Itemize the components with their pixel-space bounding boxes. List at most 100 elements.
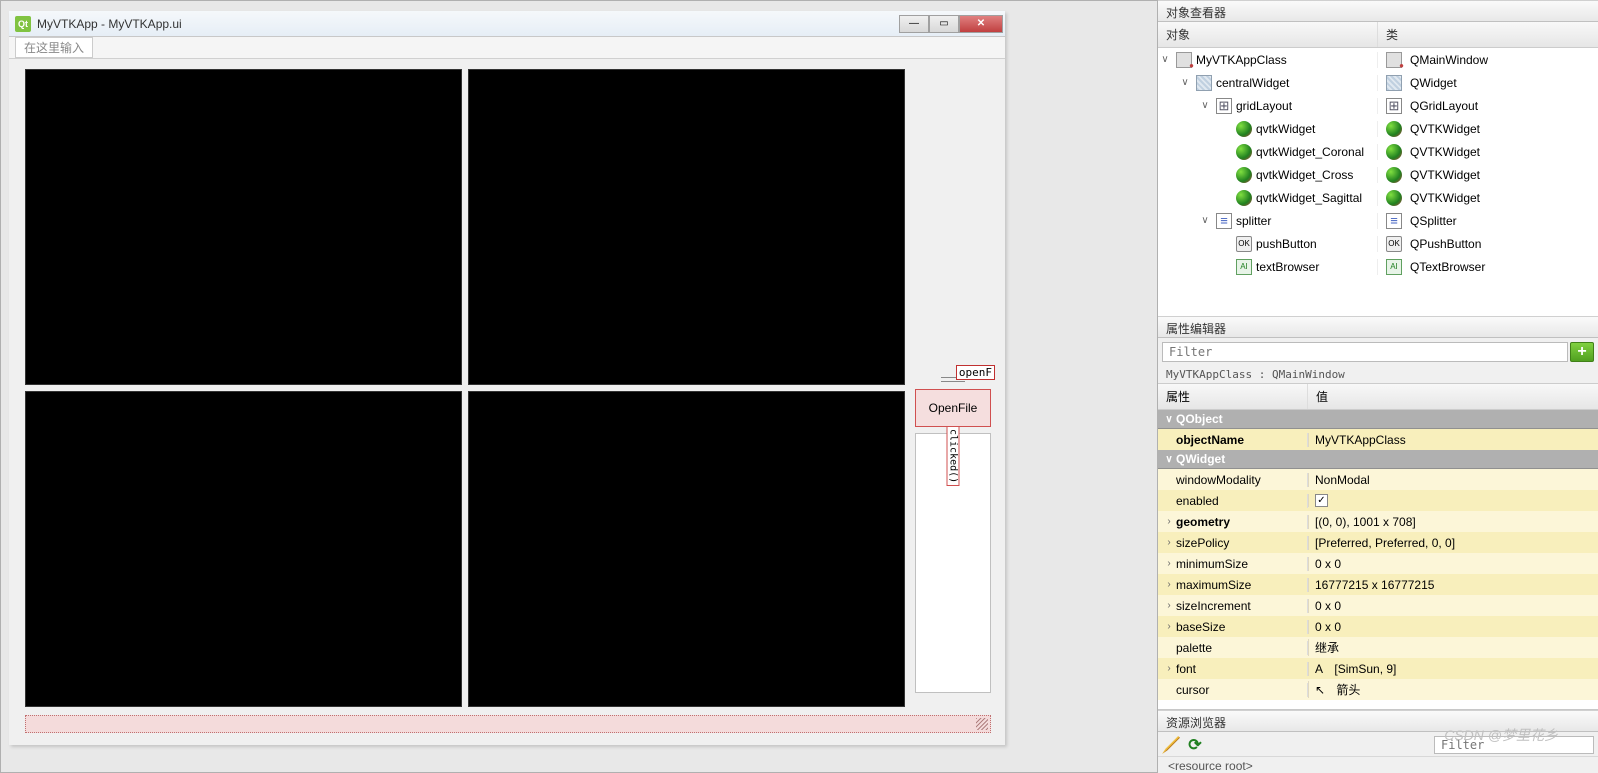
property-filter-input[interactable] (1162, 342, 1568, 362)
chevron-right-icon[interactable]: › (1162, 579, 1176, 590)
statusbar (25, 715, 991, 733)
chevron-icon[interactable]: ∨ (1178, 77, 1192, 88)
splitter-column: openF OpenFile clicked() (915, 369, 991, 693)
prop-geometry[interactable]: ›geometry[(0, 0), 1001 x 708] (1158, 511, 1598, 532)
prop-windowmodality[interactable]: windowModalityNonModal (1158, 469, 1598, 490)
class-name: QSplitter (1410, 214, 1457, 228)
prop-sizepolicy[interactable]: ›sizePolicy[Preferred, Preferred, 0, 0] (1158, 532, 1598, 553)
right-dock: 对象查看器 对象 类 ∨MyVTKAppClassQMainWindow∨cen… (1158, 0, 1598, 773)
menubar[interactable]: 在这里输入 (9, 37, 1005, 59)
object-name: pushButton (1256, 237, 1317, 251)
prop-minimumsize[interactable]: ›minimumSize0 x 0 (1158, 553, 1598, 574)
resource-root[interactable]: <resource root> (1158, 756, 1598, 773)
object-name: centralWidget (1216, 76, 1289, 90)
edit-resource-icon[interactable] (1162, 736, 1180, 754)
property-editor-title: 属性编辑器 (1158, 316, 1598, 338)
prop-basesize[interactable]: ›baseSize0 x 0 (1158, 616, 1598, 637)
split-icon (1216, 213, 1232, 229)
prop-font[interactable]: ›fontA [SimSun, 9] (1158, 658, 1598, 679)
tree-row[interactable]: qvtkWidget QVTKWidget (1158, 117, 1598, 140)
preview-window: Qt MyVTKApp - MyVTKApp.ui — ▭ ✕ 在这里输入 op… (9, 11, 1005, 745)
object-inspector[interactable]: 对象 类 ∨MyVTKAppClassQMainWindow∨centralWi… (1158, 22, 1598, 316)
open-file-button[interactable]: OpenFile clicked() (915, 389, 991, 427)
group-qwidget[interactable]: ∨QWidget (1158, 450, 1598, 469)
qt-logo-icon: Qt (15, 16, 31, 32)
window-title: MyVTKApp - MyVTKApp.ui (37, 17, 899, 31)
resource-filter-input[interactable] (1434, 736, 1594, 754)
col-value: 值 (1308, 384, 1336, 409)
qvtk-widget-3[interactable] (25, 391, 462, 707)
grid-layout (25, 69, 905, 707)
object-name: qvtkWidget (1256, 122, 1315, 136)
grid-icon (1386, 98, 1402, 114)
chevron-right-icon[interactable]: › (1162, 516, 1176, 527)
qvtk-widget-1[interactable] (25, 69, 462, 385)
font-icon: A (1315, 662, 1323, 676)
group-qobject[interactable]: ∨QObject (1158, 410, 1598, 429)
tree-row[interactable]: qvtkWidget_Coronal QVTKWidget (1158, 140, 1598, 163)
btn-icon: OK (1236, 236, 1252, 252)
prop-maximumsize[interactable]: ›maximumSize16777215 x 16777215 (1158, 574, 1598, 595)
object-name: qvtkWidget_Coronal (1256, 145, 1364, 159)
chevron-icon[interactable]: ∨ (1198, 100, 1212, 111)
vtk-icon (1236, 144, 1252, 160)
prop-sizeincrement[interactable]: ›sizeIncrement0 x 0 (1158, 595, 1598, 616)
minimize-button[interactable]: — (899, 15, 929, 33)
object-name: qvtkWidget_Sagittal (1256, 191, 1362, 205)
vtk-icon (1386, 190, 1402, 206)
checkbox-icon[interactable]: ✓ (1315, 494, 1328, 507)
chevron-right-icon[interactable]: › (1162, 537, 1176, 548)
grid-icon (1216, 98, 1232, 114)
slot-label: openF (956, 365, 995, 380)
chevron-right-icon[interactable]: › (1162, 558, 1176, 569)
vtk-icon (1236, 190, 1252, 206)
chevron-right-icon[interactable]: › (1162, 600, 1176, 611)
chevron-icon[interactable]: ∨ (1158, 54, 1172, 65)
object-name: gridLayout (1236, 99, 1292, 113)
object-name: textBrowser (1256, 260, 1319, 274)
qvtk-widget-2[interactable] (468, 69, 905, 385)
prop-enabled[interactable]: enabled✓ (1158, 490, 1598, 511)
object-name: qvtkWidget_Cross (1256, 168, 1353, 182)
split-icon (1386, 213, 1402, 229)
chevron-down-icon[interactable]: ∨ (1162, 414, 1176, 425)
tree-row[interactable]: ∨gridLayoutQGridLayout (1158, 94, 1598, 117)
maximize-button[interactable]: ▭ (929, 15, 959, 33)
property-list[interactable]: ∨QObject objectNameMyVTKAppClass ∨QWidge… (1158, 410, 1598, 709)
close-button[interactable]: ✕ (959, 15, 1003, 33)
resource-browser-title: 资源浏览器 (1158, 710, 1598, 732)
tree-row[interactable]: ∨MyVTKAppClassQMainWindow (1158, 48, 1598, 71)
reload-icon[interactable]: ⟳ (1186, 736, 1204, 754)
txt-icon: AI (1386, 259, 1402, 275)
main-icon (1386, 52, 1402, 68)
class-name: QVTKWidget (1410, 122, 1480, 136)
tree-row[interactable]: qvtkWidget_Sagittal QVTKWidget (1158, 186, 1598, 209)
add-property-button[interactable]: + (1570, 342, 1594, 362)
object-name: MyVTKAppClass (1196, 53, 1287, 67)
vtk-icon (1236, 167, 1252, 183)
tree-row[interactable]: OKpushButtonOKQPushButton (1158, 232, 1598, 255)
tree-row[interactable]: qvtkWidget_CrossQVTKWidget (1158, 163, 1598, 186)
qvtk-widget-4[interactable] (468, 391, 905, 707)
prop-objectname[interactable]: objectNameMyVTKAppClass (1158, 429, 1598, 450)
property-editor: + MyVTKAppClass : QMainWindow 属性 值 ∨QObj… (1158, 338, 1598, 709)
widget-icon (1196, 75, 1212, 91)
tree-row[interactable]: AItextBrowserAIQTextBrowser (1158, 255, 1598, 278)
txt-icon: AI (1236, 259, 1252, 275)
chevron-down-icon[interactable]: ∨ (1162, 454, 1176, 465)
open-file-label: OpenFile (929, 401, 978, 415)
menu-type-here[interactable]: 在这里输入 (15, 37, 93, 58)
col-object: 对象 (1158, 22, 1378, 47)
class-name: QVTKWidget (1410, 145, 1480, 159)
chevron-right-icon[interactable]: › (1162, 663, 1176, 674)
tree-row[interactable]: ∨centralWidgetQWidget (1158, 71, 1598, 94)
vtk-icon (1386, 144, 1402, 160)
prop-cursor[interactable]: cursor↖ 箭头 (1158, 679, 1598, 700)
class-name: QVTKWidget (1410, 191, 1480, 205)
col-class: 类 (1378, 22, 1406, 47)
tree-row[interactable]: ∨splitterQSplitter (1158, 209, 1598, 232)
prop-palette[interactable]: palette继承 (1158, 637, 1598, 658)
chevron-icon[interactable]: ∨ (1198, 215, 1212, 226)
resize-grip-icon[interactable] (976, 718, 988, 730)
chevron-right-icon[interactable]: › (1162, 621, 1176, 632)
